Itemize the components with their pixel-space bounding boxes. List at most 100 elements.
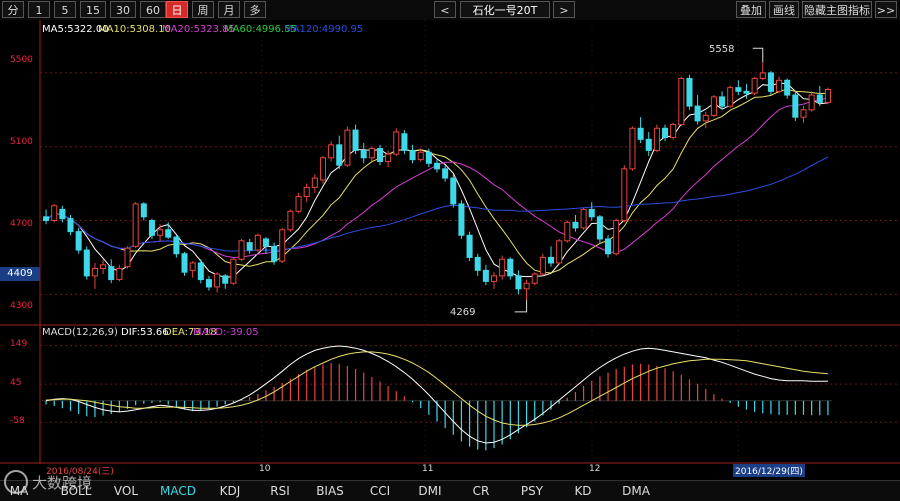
candle-body [629,127,636,170]
candle-body [303,186,310,198]
candle-body [458,203,465,236]
candle-body [75,231,82,251]
candle-body [165,229,172,238]
candle-body [784,79,791,96]
ma10-legend: MA10:5308.10 [98,24,171,35]
candle-body [515,275,522,290]
candle-body [409,149,416,161]
candle-body [67,218,74,233]
candle-body [311,177,318,188]
candle-body [564,221,571,242]
candle-body [287,210,294,231]
candle-body [116,267,123,281]
candle-body [710,96,717,116]
low-annotation: 4269 [450,307,476,318]
candle-body [360,149,367,159]
kline-chart[interactable] [0,0,900,480]
candle-body [254,234,261,251]
macd-dif-line [46,345,828,444]
candle-body [767,72,774,92]
candle-body [425,151,432,164]
candle-body [59,208,66,220]
tab-bias[interactable]: BIAS [310,481,350,501]
date-month-10: 10 [259,464,271,474]
candle-body [279,229,286,262]
candle-body [670,124,677,138]
tab-macd[interactable]: MACD [156,481,200,501]
candle-body [621,168,628,222]
candle-body [751,77,758,94]
high-annotation: 5558 [709,44,735,55]
candle-body [637,127,644,140]
candle-body [727,87,734,107]
candle-body [148,220,155,236]
candle-body [189,262,196,271]
candlesticks [43,62,831,300]
candle-body [800,109,807,118]
candle-body [140,203,147,218]
candle-body [482,269,489,282]
high-pointer [752,47,764,63]
candle-body [344,129,351,166]
candle-body [181,253,188,273]
candle-body [401,133,408,151]
ma5-line [45,82,828,278]
candle-body [368,148,375,159]
tab-dma[interactable]: DMA [616,481,656,501]
ma10-line [45,88,828,274]
indicator-tabs: MA BOLL VOL MACD KDJ RSI BIAS CCI DMI CR… [0,480,900,501]
candle-body [580,208,587,229]
candle-body [433,162,441,170]
tab-cci[interactable]: CCI [362,481,398,501]
candle-body [271,245,278,262]
candle-body [645,138,652,151]
candle-body [205,279,212,288]
candle-body [352,129,359,151]
candle-body [507,258,514,277]
tab-dmi[interactable]: DMI [412,481,448,501]
moving-average-lines [45,82,829,278]
candle-body [653,127,660,151]
candle-body [295,196,302,212]
candle-body [474,256,481,271]
tab-rsi[interactable]: RSI [262,481,298,501]
candle-body [83,249,90,277]
price-axis-label: 4300 [10,301,33,311]
candle-body [702,114,709,122]
candle-body [572,221,579,229]
candle-body [466,234,473,258]
price-axis-label: 5500 [10,55,33,65]
candle-body [816,94,823,103]
candle-body [450,177,457,205]
macd-panel [42,345,832,451]
candle-body [238,240,245,260]
candle-body [197,262,204,281]
candle-body [556,240,563,264]
macd-axis-label: 45 [10,378,22,388]
tab-cr[interactable]: CR [466,481,496,501]
candle-body [100,264,107,269]
date-end-label: 2016/12/29(四) [733,464,805,477]
tab-psy[interactable]: PSY [514,481,550,501]
macd-legend-dif: DIF:53.66 [121,327,169,338]
candle-body [385,153,392,162]
candle-body [523,282,530,290]
macd-axis-label: 149 [10,339,28,349]
candle-body [735,87,742,92]
candle-body [490,275,498,282]
tab-kdj[interactable]: KDJ [210,481,250,501]
candle-body [442,168,449,179]
candle-body [417,151,424,161]
candle-body [539,256,546,275]
watermark-logo: 大数跨境 [4,470,92,494]
candle-body [759,72,766,79]
candle-body [108,266,115,281]
candle-body [662,127,669,138]
candle-body [328,144,335,159]
candle-body [686,77,693,107]
candle-body [792,94,799,118]
macd-legend-name: MACD(12,26,9) [42,327,118,338]
candle-body [51,205,58,222]
tab-kd[interactable]: KD [568,481,598,501]
candle-body [262,238,269,247]
